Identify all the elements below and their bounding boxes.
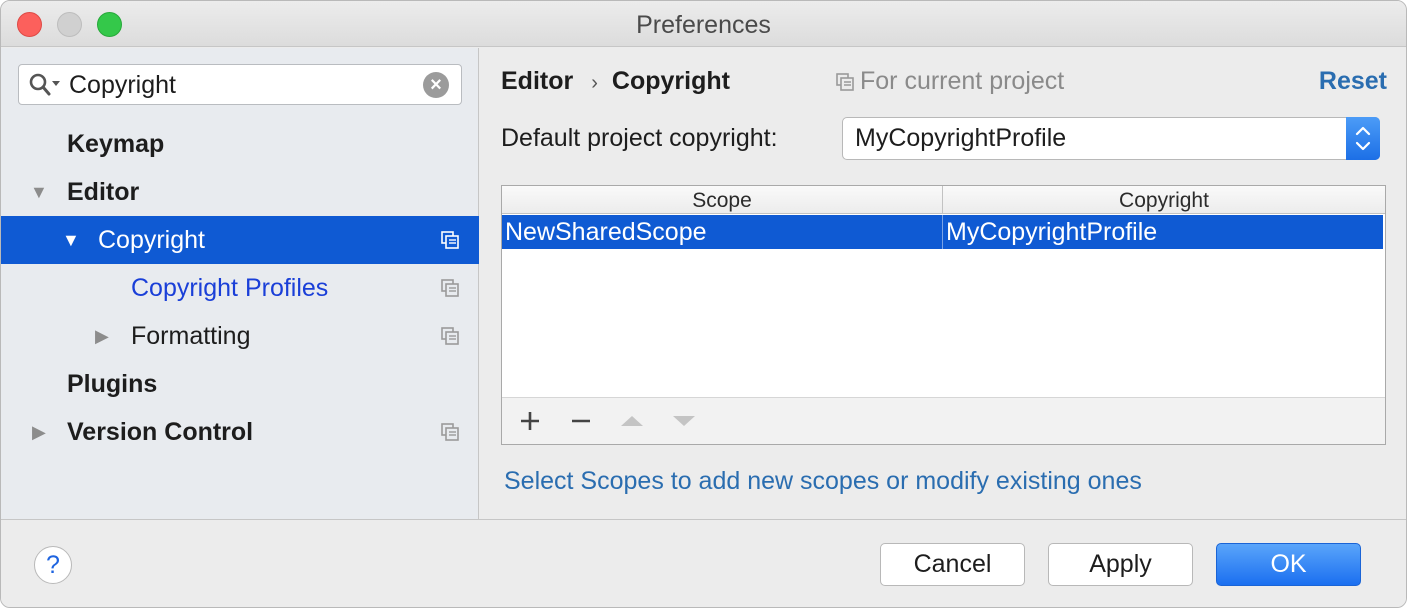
project-settings-icon [441,279,459,297]
scope-copyright-table: Scope Copyright NewSharedScope MyCopyrig… [501,185,1386,445]
clear-search-icon[interactable]: × [423,72,449,98]
sidebar-item-label: Editor [67,178,140,206]
project-scope-note: For current project [836,66,1064,96]
reset-link[interactable]: Reset [1319,66,1387,96]
sidebar-item-keymap[interactable]: Keymap [1,120,479,168]
move-up-icon[interactable] [616,406,648,436]
column-header-scope[interactable]: Scope [502,186,943,214]
project-settings-icon [836,73,854,91]
default-copyright-value: MyCopyrightProfile [855,124,1067,152]
expanded-arrow-icon[interactable]: ▼ [30,168,48,216]
column-header-copyright[interactable]: Copyright [943,186,1385,214]
chevron-right-icon: › [591,72,598,94]
project-settings-icon [441,327,459,345]
expanded-arrow-icon[interactable]: ▼ [62,216,80,264]
sidebar-item-copyright[interactable]: ▼ Copyright [1,216,479,264]
ok-button[interactable]: OK [1216,543,1361,586]
sidebar-item-plugins[interactable]: Plugins [1,360,479,408]
settings-sidebar: Copyright × Keymap ▼ Editor ▼ Copyright … [1,48,479,519]
collapsed-arrow-icon[interactable]: ▶ [95,312,109,360]
title-bar: Preferences [1,1,1406,47]
cancel-button[interactable]: Cancel [880,543,1025,586]
scope-cell[interactable]: NewSharedScope [502,215,943,249]
search-icon[interactable] [29,73,67,97]
search-input[interactable]: Copyright [69,65,176,104]
preferences-window: Preferences Copyright × Keymap ▼ Editor … [0,0,1407,608]
sidebar-item-formatting[interactable]: ▶ Formatting [1,312,479,360]
help-button[interactable]: ? [34,546,72,584]
dialog-button-bar: ? Cancel Apply OK [1,519,1406,607]
project-settings-icon [441,423,459,441]
breadcrumb-copyright: Copyright [611,67,730,95]
default-copyright-select[interactable]: MyCopyrightProfile [842,117,1380,160]
move-down-icon[interactable] [668,406,700,436]
sidebar-item-label: Keymap [67,130,165,158]
sidebar-item-label: Version Control [67,418,254,446]
sidebar-item-label: Formatting [131,322,251,350]
remove-icon[interactable] [565,406,597,436]
sidebar-item-copyright-profiles[interactable]: Copyright Profiles [1,264,479,312]
project-settings-icon [441,231,459,249]
settings-search-field[interactable]: Copyright × [18,64,462,105]
breadcrumb-editor: Editor [501,67,574,95]
default-copyright-label: Default project copyright: [501,124,778,152]
apply-button[interactable]: Apply [1048,543,1193,586]
copyright-settings-panel: Editor › Copyright For current project Res… [480,48,1406,519]
sidebar-item-editor[interactable]: ▼ Editor [1,168,479,216]
sidebar-item-label: Copyright Profiles [131,274,329,302]
sidebar-item-label: Copyright [98,226,205,254]
collapsed-arrow-icon[interactable]: ▶ [32,408,46,456]
dropdown-stepper-icon[interactable] [1346,117,1380,160]
select-scopes-link[interactable]: Select Scopes to add new scopes or modif… [504,467,1142,496]
table-header: Scope Copyright [502,186,1385,214]
table-toolbar [502,397,1385,444]
sidebar-item-label: Plugins [67,370,158,398]
add-icon[interactable] [514,406,546,436]
sidebar-item-version-control[interactable]: ▶ Version Control [1,408,479,456]
table-row[interactable]: NewSharedScope MyCopyrightProfile [502,215,1383,249]
scope-note-text: For current project [860,67,1065,95]
copyright-cell[interactable]: MyCopyrightProfile [943,215,1383,249]
window-title: Preferences [636,11,771,39]
breadcrumb: Editor › Copyright [501,66,730,96]
